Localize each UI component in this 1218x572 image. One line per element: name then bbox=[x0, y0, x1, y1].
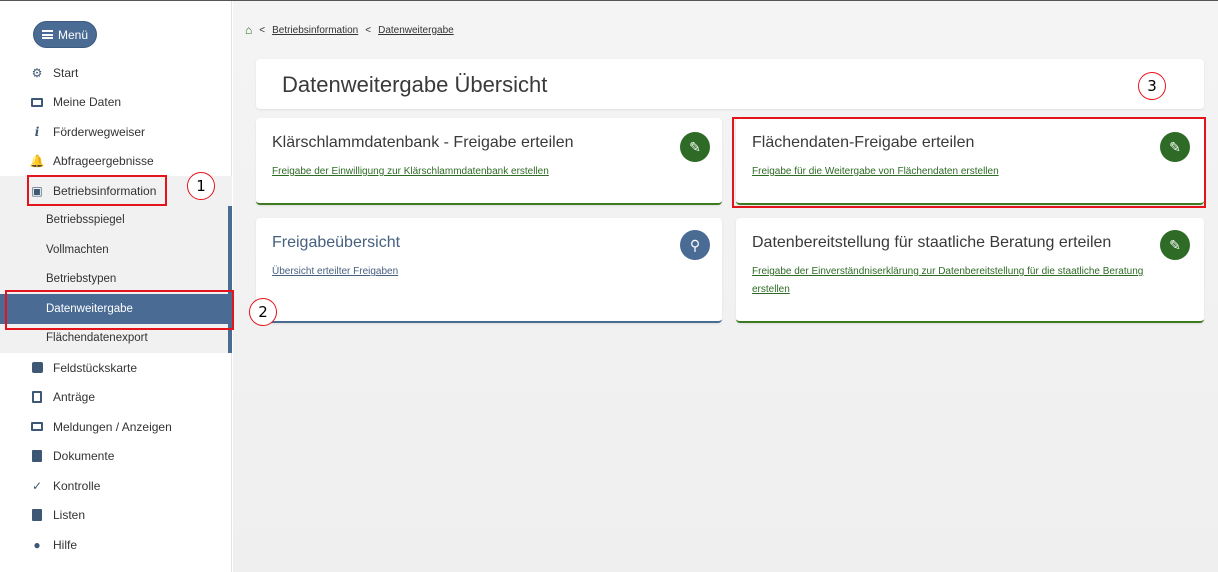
card-title: Klärschlammdatenbank - Freigabe erteilen bbox=[272, 134, 574, 151]
sidebar-subitem-vollmachten[interactable]: Vollmachten bbox=[0, 235, 228, 265]
annotation-number: 1 bbox=[187, 172, 215, 200]
breadcrumb-separator: < bbox=[259, 24, 266, 36]
pencil-icon: ✎ bbox=[1169, 236, 1181, 253]
edit-button[interactable]: ✎ bbox=[1160, 230, 1190, 260]
page-title: Datenweitergabe Übersicht bbox=[282, 72, 548, 97]
sidebar-item-meine-daten[interactable]: Meine Daten bbox=[0, 88, 232, 118]
list-icon bbox=[30, 508, 44, 522]
info-icon: i bbox=[34, 124, 40, 139]
sidebar-subitem-label: Flächendatenexport bbox=[46, 332, 148, 345]
sidebar-item-label: Meldungen / Anzeigen bbox=[53, 419, 172, 434]
sidebar-item-label: Meine Daten bbox=[53, 95, 122, 110]
sidebar-subitem-betriebsspiegel[interactable]: Betriebsspiegel bbox=[0, 206, 228, 236]
breadcrumb-datenweitergabe[interactable]: Datenweitergabe bbox=[378, 25, 454, 36]
card-title: Datenbereitstellung für staatliche Berat… bbox=[752, 234, 1112, 251]
app-window: Menü ⚙ Start Meine Daten i Förderwegweis… bbox=[0, 0, 1218, 572]
card-link[interactable]: Freigabe der Einwilligung zur Klärschlam… bbox=[272, 163, 549, 181]
sidebar: Menü ⚙ Start Meine Daten i Förderwegweis… bbox=[0, 1, 232, 572]
sidebar-subitem-label: Vollmachten bbox=[46, 243, 109, 256]
document-icon bbox=[30, 449, 44, 463]
sidebar-subitem-label: Betriebsspiegel bbox=[46, 214, 125, 227]
card-klaerschlamm[interactable]: Klärschlammdatenbank - Freigabe erteilen… bbox=[256, 118, 722, 205]
gear-icon: ⚙ bbox=[31, 65, 43, 80]
sidebar-item-antraege[interactable]: Anträge bbox=[0, 383, 232, 413]
search-button[interactable]: ⚲ bbox=[680, 230, 710, 260]
card-link[interactable]: Freigabe der Einverständniserklärung zur… bbox=[752, 263, 1152, 299]
sidebar-item-label: Hilfe bbox=[53, 537, 78, 552]
sidebar-item-label: Listen bbox=[53, 508, 86, 523]
sidebar-item-meldungen[interactable]: Meldungen / Anzeigen bbox=[0, 412, 232, 442]
annotation-number: 2 bbox=[249, 298, 277, 326]
pencil-icon: ✎ bbox=[689, 138, 701, 155]
breadcrumb-separator: < bbox=[365, 24, 372, 36]
sidebar-subitem-label: Betriebstypen bbox=[46, 273, 117, 286]
sidebar-item-feldstueckskarte[interactable]: Feldstückskarte bbox=[0, 353, 232, 383]
sidebar-item-label: Start bbox=[53, 65, 79, 80]
monitor-icon bbox=[30, 95, 44, 109]
sidebar-item-listen[interactable]: Listen bbox=[0, 501, 232, 531]
sidebar-item-foerderwegweiser[interactable]: i Förderwegweiser bbox=[0, 117, 232, 147]
sidebar-item-dokumente[interactable]: Dokumente bbox=[0, 442, 232, 472]
help-icon: ● bbox=[33, 537, 41, 552]
sidebar-item-start[interactable]: ⚙ Start bbox=[0, 58, 232, 88]
highlight-flaechendaten-card bbox=[732, 117, 1206, 208]
breadcrumb: ⌂ < Betriebsinformation < Datenweitergab… bbox=[245, 23, 454, 37]
highlight-betriebsinformation bbox=[27, 175, 167, 206]
menu-icon bbox=[41, 30, 53, 39]
monitor-icon bbox=[30, 420, 44, 434]
checkmark-icon: ✓ bbox=[31, 478, 43, 493]
card-freigabeuebersicht[interactable]: Freigabeübersicht Übersicht erteilter Fr… bbox=[256, 218, 722, 323]
menu-button[interactable]: Menü bbox=[33, 21, 97, 48]
sidebar-item-label: Anträge bbox=[53, 390, 96, 405]
bell-icon: 🔔 bbox=[29, 154, 45, 169]
sidebar-item-label: Abfrageergebnisse bbox=[53, 154, 154, 169]
card-title: Freigabeübersicht bbox=[272, 234, 401, 251]
menu-button-label: Menü bbox=[57, 27, 89, 42]
search-icon: ⚲ bbox=[689, 236, 701, 253]
sidebar-item-hilfe[interactable]: ● Hilfe bbox=[0, 530, 232, 560]
sidebar-item-kontrolle[interactable]: ✓ Kontrolle bbox=[0, 471, 232, 501]
sidebar-submenu: Betriebsspiegel Vollmachten Betriebstype… bbox=[0, 205, 232, 353]
page-header: Datenweitergabe Übersicht bbox=[256, 59, 1204, 109]
edit-button[interactable]: ✎ bbox=[680, 132, 710, 162]
highlight-datenweitergabe bbox=[5, 290, 234, 330]
card-link[interactable]: Übersicht erteilter Freigaben bbox=[272, 263, 398, 281]
card-datenbereitstellung[interactable]: Datenbereitstellung für staatliche Berat… bbox=[736, 218, 1204, 323]
main-content: ⌂ < Betriebsinformation < Datenweitergab… bbox=[233, 1, 1218, 572]
annotation-number: 3 bbox=[1138, 72, 1166, 100]
clipboard-icon bbox=[30, 390, 44, 404]
sidebar-item-label: Förderwegweiser bbox=[53, 124, 146, 139]
sidebar-item-label: Feldstückskarte bbox=[53, 360, 138, 375]
sidebar-item-label: Kontrolle bbox=[53, 478, 101, 493]
map-icon bbox=[30, 361, 44, 375]
home-icon[interactable]: ⌂ bbox=[245, 23, 252, 37]
breadcrumb-betriebsinformation[interactable]: Betriebsinformation bbox=[272, 25, 358, 36]
sidebar-item-label: Dokumente bbox=[53, 449, 115, 464]
